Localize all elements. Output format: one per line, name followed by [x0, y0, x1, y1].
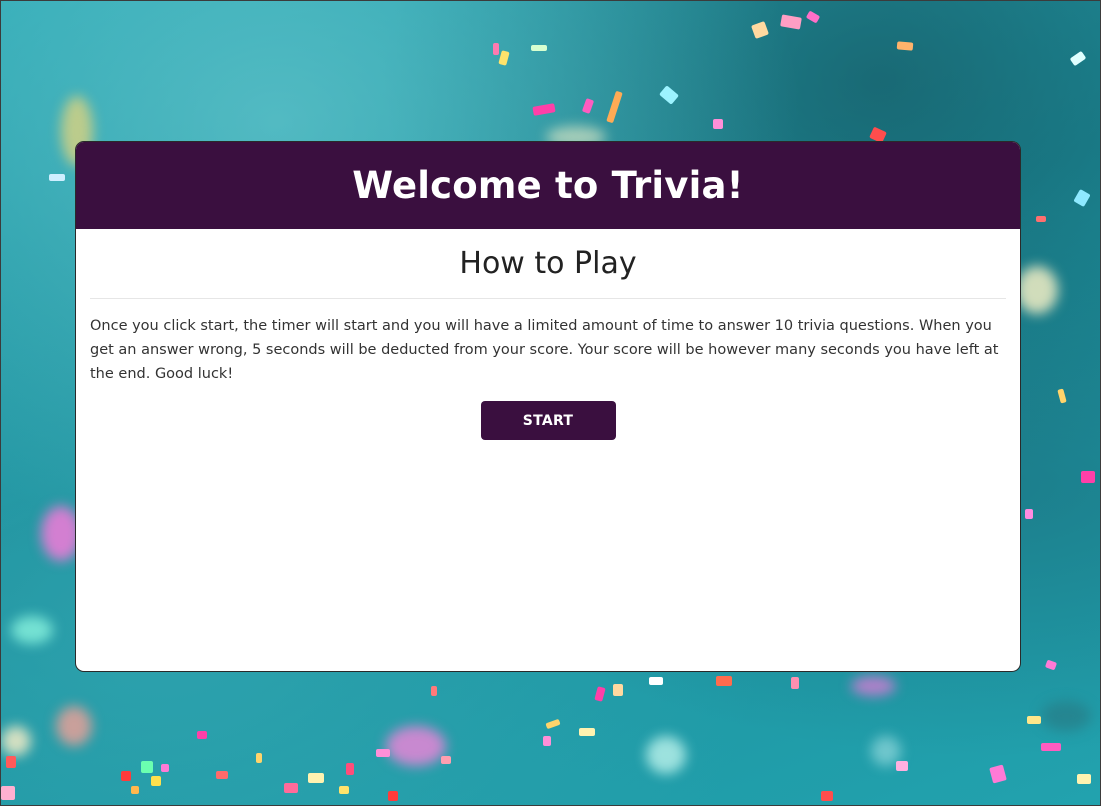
card-header: Welcome to Trivia!	[76, 142, 1020, 229]
card-body: How to Play Once you click start, the ti…	[76, 244, 1020, 440]
start-button[interactable]: START	[480, 401, 616, 440]
page-title: Welcome to Trivia!	[352, 164, 744, 207]
button-row: START	[90, 401, 1006, 440]
divider	[90, 298, 1006, 299]
instructions-text: Once you click start, the timer will sta…	[90, 318, 999, 382]
trivia-card: Welcome to Trivia! How to Play Once you …	[75, 141, 1021, 672]
how-to-play-heading: How to Play	[459, 246, 637, 281]
